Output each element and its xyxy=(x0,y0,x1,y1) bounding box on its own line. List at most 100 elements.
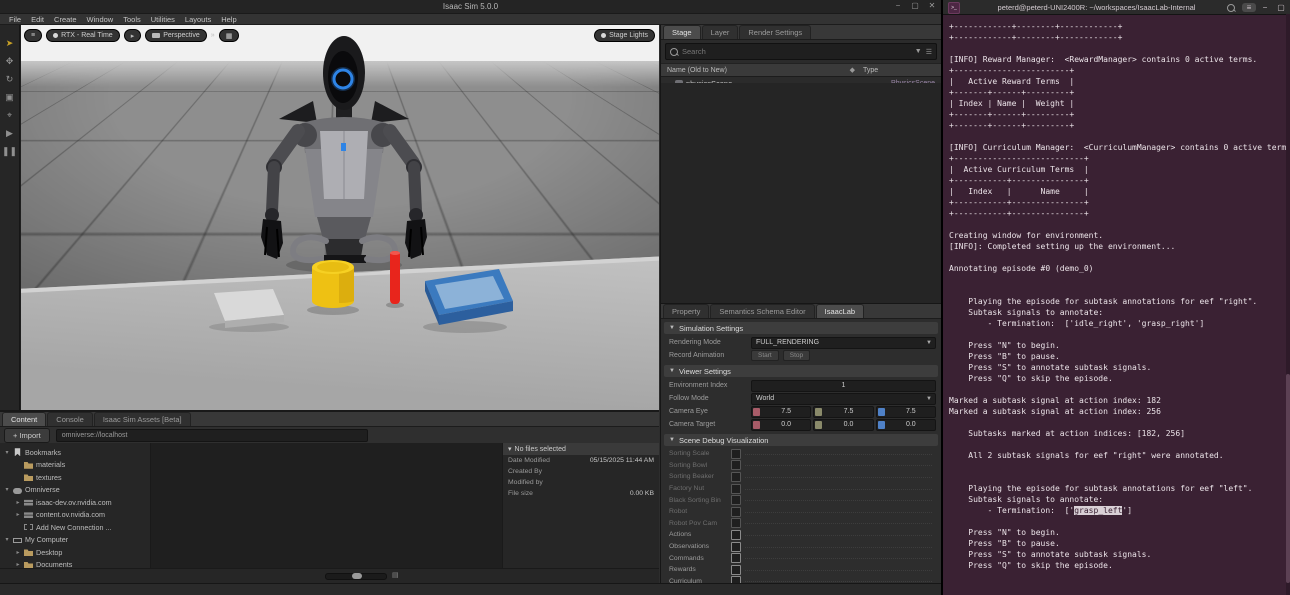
tree-item-omniverse[interactable]: ▾ Omniverse xyxy=(0,484,150,497)
terminal-output[interactable]: +------------+--------+------------+ +---… xyxy=(943,14,1286,595)
checkbox[interactable] xyxy=(731,460,741,471)
debug-vis-row-robot-pov-cam: Robot Pov Cam xyxy=(661,518,941,530)
checkbox[interactable] xyxy=(731,483,741,494)
tree-item-bookmarks[interactable]: ▾ Bookmarks xyxy=(0,446,150,459)
stage-tree-header: Name (Old to New) ◆ Type xyxy=(661,63,941,77)
chevron-down-icon: ▼ xyxy=(669,325,675,331)
camera-button[interactable]: Perspective xyxy=(145,29,207,42)
stage-tab-layer[interactable]: Layer xyxy=(701,25,739,39)
tree-item-materials[interactable]: materials xyxy=(0,459,150,472)
record-stop-button[interactable]: Stop xyxy=(782,350,811,361)
stage-tree-empty-area[interactable] xyxy=(661,83,941,303)
record-start-button[interactable]: Start xyxy=(751,350,779,361)
thumbnail-size-slider[interactable] xyxy=(325,573,387,580)
move-tool[interactable]: ✥ xyxy=(6,57,14,66)
search-icon[interactable] xyxy=(1224,3,1238,12)
checkbox[interactable] xyxy=(731,448,741,459)
play-button[interactable]: ▶ xyxy=(6,129,13,138)
maximize-icon[interactable]: ▢ xyxy=(1274,3,1288,12)
menu-item-create[interactable]: Create xyxy=(49,15,82,24)
server-icon xyxy=(24,499,33,506)
stage-search[interactable]: Search ▼ ☰ xyxy=(665,43,937,60)
checkbox[interactable] xyxy=(731,518,741,529)
maximize-icon[interactable]: ▢ xyxy=(910,1,920,10)
select-tool[interactable]: ➤ xyxy=(6,39,14,48)
pause-button[interactable]: ❚❚ xyxy=(2,147,17,156)
tree-item-desktop[interactable]: ▸ Desktop xyxy=(0,546,150,559)
app-title: Isaac Sim 5.0.0 xyxy=(442,2,499,11)
camera-eye-y-field[interactable]: 7.5 xyxy=(813,405,874,418)
x-axis-tag xyxy=(753,407,760,416)
section-scene-debug-visualization[interactable]: ▼ Scene Debug Visualization xyxy=(664,434,938,446)
view-mode-icon[interactable]: ▤ xyxy=(392,571,399,579)
minimize-icon[interactable]: − xyxy=(1258,3,1272,12)
import-button[interactable]: + Import xyxy=(4,428,50,443)
follow-mode-dropdown[interactable]: World ▼ xyxy=(751,392,936,405)
renderer-button[interactable]: RTX - Real Time xyxy=(46,29,120,42)
property-tab-isaaclab[interactable]: IsaacLab xyxy=(815,304,865,318)
rendering-mode-dropdown[interactable]: FULL_RENDERING ▼ xyxy=(751,336,936,349)
viewport-3d[interactable]: ≡ RTX - Real Time ▸ Perspective » ▦ Stag… xyxy=(21,25,659,410)
content-tab-console[interactable]: Console xyxy=(47,412,93,426)
section-simulation-settings[interactable]: ▼ Simulation Settings xyxy=(664,322,938,334)
tree-item-isaac-dev-ov-nvidia-com[interactable]: ▸ isaac-dev.ov.nvidia.com xyxy=(0,496,150,509)
camera-target-z-field[interactable]: 0.0 xyxy=(875,418,936,431)
environment-index-field[interactable]: 1 xyxy=(751,379,936,392)
checkbox[interactable] xyxy=(731,495,741,506)
details-panel: ▾ No files selected Date Modified 05/15/2… xyxy=(502,443,659,569)
y-axis-tag xyxy=(815,420,823,429)
checkbox[interactable] xyxy=(731,576,741,583)
menu-item-window[interactable]: Window xyxy=(82,15,119,24)
file-grid[interactable] xyxy=(151,443,502,569)
audio-button[interactable]: ▸ xyxy=(123,29,142,42)
camera-target-x-field[interactable]: 0.0 xyxy=(751,418,812,431)
scale-tool[interactable]: ▣ xyxy=(5,93,14,102)
close-icon[interactable]: ✕ xyxy=(927,1,937,10)
menu-item-help[interactable]: Help xyxy=(216,15,241,24)
menu-item-file[interactable]: File xyxy=(4,15,26,24)
tree-item-textures[interactable]: textures xyxy=(0,471,150,484)
menu-item-edit[interactable]: Edit xyxy=(26,15,49,24)
stage-lights-button[interactable]: Stage Lights xyxy=(594,29,655,42)
options-icon[interactable]: ☰ xyxy=(926,48,932,56)
menu-item-layouts[interactable]: Layouts xyxy=(180,15,216,24)
camera-target-y-field[interactable]: 0.0 xyxy=(813,418,874,431)
filter-icon[interactable]: ▼ xyxy=(915,48,922,55)
camera-target-row: Camera Target 0.0 0.0 0.0 xyxy=(661,418,941,431)
section-viewer-settings[interactable]: ▼ Viewer Settings xyxy=(664,365,938,377)
terminal-scrollbar[interactable] xyxy=(1286,14,1290,595)
checkbox[interactable] xyxy=(731,529,741,540)
minimize-icon[interactable]: − xyxy=(893,1,903,10)
stage-tab-render-settings[interactable]: Render Settings xyxy=(739,25,812,39)
tree-item-content-ov-nvidia-com[interactable]: ▸ content.ov.nvidia.com xyxy=(0,509,150,522)
property-tab-property[interactable]: Property xyxy=(663,304,710,318)
main-area: ➤ ✥ ↻ ▣ ⌖ ▶ ❚❚ ≡ RTX - Real Time ▸ Persp… xyxy=(0,25,941,583)
menu-item-utilities[interactable]: Utilities xyxy=(146,15,180,24)
terminal-header[interactable]: >_ peterd@peterd-UNI2400R: ~/workspaces/… xyxy=(943,0,1290,15)
checkbox[interactable] xyxy=(731,506,741,517)
content-tab-content[interactable]: Content xyxy=(2,412,47,426)
snap-tool[interactable]: ⌖ xyxy=(7,111,12,120)
camera-eye-z-field[interactable]: 7.5 xyxy=(875,405,936,418)
tree-item-my-computer[interactable]: ▾ My Computer xyxy=(0,534,150,547)
path-field[interactable]: omniverse://localhost xyxy=(55,429,368,442)
viewport-menu-button[interactable]: ≡ xyxy=(24,29,43,42)
bookmark-icon xyxy=(14,448,21,457)
property-tab-semantics-schema-editor[interactable]: Semantics Schema Editor xyxy=(710,304,815,318)
stage-tab-stage[interactable]: Stage xyxy=(663,25,701,39)
menu-item-tools[interactable]: Tools xyxy=(118,15,146,24)
content-tab-isaac-sim-assets-beta[interactable]: Isaac Sim Assets [Beta] xyxy=(93,412,191,426)
checkbox[interactable] xyxy=(731,564,741,575)
tree-item-add-new-connection[interactable]: Add New Connection ... xyxy=(0,521,150,534)
rotate-tool[interactable]: ↻ xyxy=(6,75,14,84)
viewport-settings-button[interactable]: ▦ xyxy=(218,29,240,42)
menu-icon[interactable]: ≡ xyxy=(1242,3,1256,12)
checkbox[interactable] xyxy=(731,471,741,482)
bulb-icon xyxy=(601,33,607,38)
camera-eye-x-field[interactable]: 7.5 xyxy=(751,405,812,418)
checkbox[interactable] xyxy=(731,541,741,552)
folder-icon xyxy=(24,461,33,469)
expand-chevron-icon[interactable]: » xyxy=(211,32,215,39)
left-column: ➤ ✥ ↻ ▣ ⌖ ▶ ❚❚ ≡ RTX - Real Time ▸ Persp… xyxy=(0,25,659,583)
checkbox[interactable] xyxy=(731,553,741,564)
